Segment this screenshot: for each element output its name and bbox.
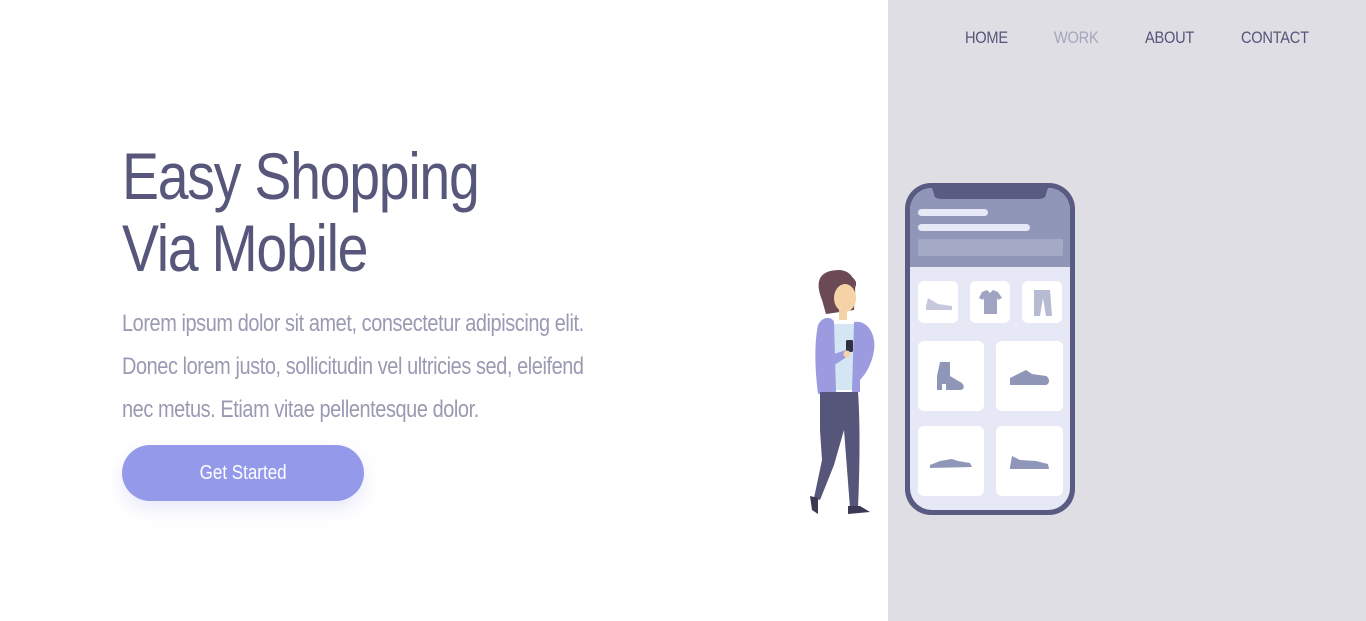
nav-work[interactable]: WORK <box>1054 28 1099 48</box>
get-started-label: Get Started <box>199 461 287 484</box>
landing-page: HOME WORK ABOUT CONTACT Easy Shopping Vi… <box>0 0 1366 621</box>
main-nav: HOME WORK ABOUT CONTACT <box>965 28 1319 48</box>
hero-title-line-1: Easy Shopping <box>122 139 480 213</box>
woman-figure <box>810 270 875 514</box>
hero-description: Lorem ipsum dolor sit amet, consectetur … <box>122 310 584 423</box>
nav-about[interactable]: ABOUT <box>1145 28 1194 48</box>
phone-mockup <box>905 183 1075 515</box>
nav-contact[interactable]: CONTACT <box>1241 28 1309 48</box>
hero-title-line-2: Via Mobile <box>122 211 369 285</box>
get-started-button[interactable]: Get Started <box>122 445 364 501</box>
nav-home[interactable]: HOME <box>965 28 1008 48</box>
hero-title: Easy Shopping Via Mobile <box>122 139 480 285</box>
shopping-illustration <box>810 183 1075 515</box>
